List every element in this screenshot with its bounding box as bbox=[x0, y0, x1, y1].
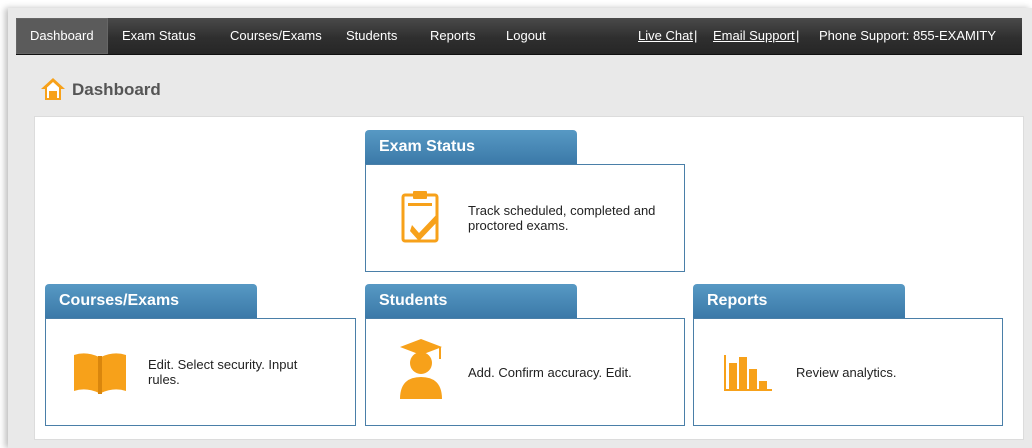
card-title[interactable]: Courses/Exams bbox=[45, 284, 257, 318]
card-title[interactable]: Reports bbox=[693, 284, 905, 318]
phone-support-text: Phone Support: 855-EXAMITY bbox=[819, 28, 997, 43]
nav-students[interactable]: Students bbox=[346, 18, 397, 54]
card-title[interactable]: Exam Status bbox=[365, 130, 577, 164]
clipboard-check-icon bbox=[401, 191, 439, 243]
nav-separator: | bbox=[694, 28, 698, 43]
reports-card[interactable]: Reports Review analytics. bbox=[693, 284, 1003, 426]
card-description: Review analytics. bbox=[796, 365, 897, 380]
nav-reports[interactable]: Reports bbox=[430, 18, 476, 54]
card-description: Edit. Select security. Input rules. bbox=[148, 357, 298, 387]
card-title[interactable]: Students bbox=[365, 284, 577, 318]
graduate-icon bbox=[400, 339, 442, 399]
card-description: Add. Confirm accuracy. Edit. bbox=[468, 365, 632, 380]
card-body[interactable]: Edit. Select security. Input rules. bbox=[45, 318, 356, 426]
students-card[interactable]: Students Add. Confirm accuracy. Edit. bbox=[365, 284, 685, 426]
nav-logout[interactable]: Logout bbox=[506, 18, 546, 54]
open-book-icon bbox=[74, 353, 126, 394]
nav-exam-status[interactable]: Exam Status bbox=[122, 18, 196, 54]
top-nav: Dashboard Exam Status Courses/Exams Stud… bbox=[16, 18, 1022, 55]
courses-exams-card[interactable]: Courses/Exams Edit. Select security. Inp… bbox=[45, 284, 356, 426]
nav-courses-exams[interactable]: Courses/Exams bbox=[230, 18, 322, 54]
nav-dashboard[interactable]: Dashboard bbox=[16, 18, 108, 54]
card-body[interactable]: Review analytics. bbox=[693, 318, 1003, 426]
page-title: Dashboard bbox=[72, 80, 161, 99]
bar-chart-icon bbox=[724, 355, 772, 391]
card-description: Track scheduled, completed and proctored… bbox=[468, 203, 656, 233]
email-support-link[interactable]: Email Support bbox=[713, 18, 795, 54]
exam-status-card[interactable]: Exam Status Track scheduled, completed a… bbox=[365, 130, 685, 272]
nav-separator: | bbox=[796, 28, 800, 43]
live-chat-link[interactable]: Live Chat bbox=[638, 18, 693, 54]
card-body[interactable]: Add. Confirm accuracy. Edit. bbox=[365, 318, 685, 426]
home-icon[interactable] bbox=[40, 76, 66, 102]
card-body[interactable]: Track scheduled, completed and proctored… bbox=[365, 164, 685, 272]
